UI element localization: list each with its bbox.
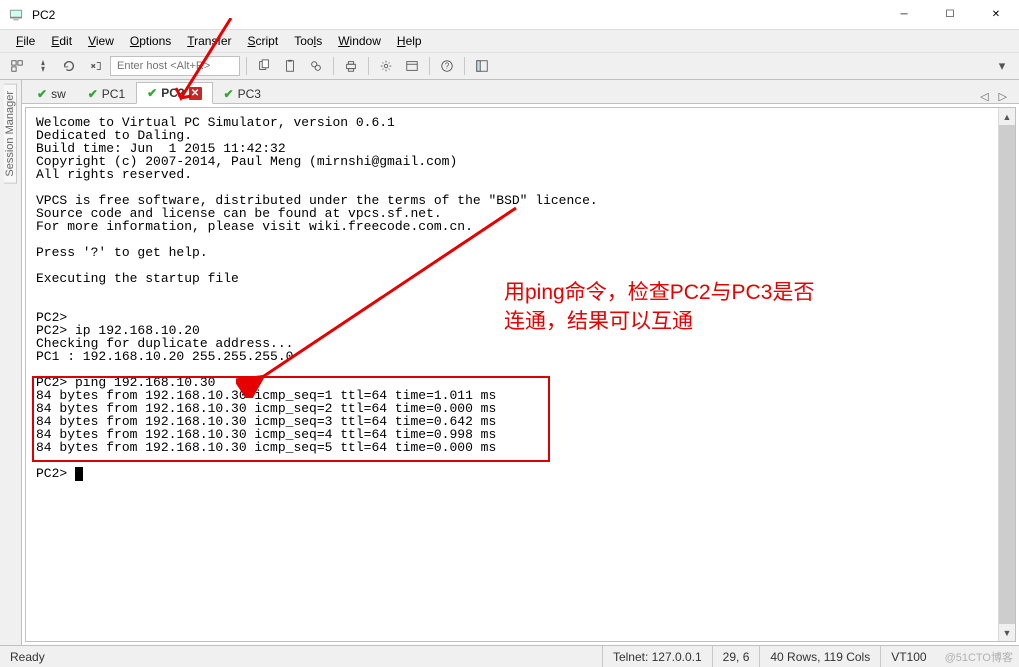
menu-edit[interactable]: Edit [43,32,80,50]
check-icon: ✔ [88,87,98,101]
scroll-up-icon[interactable]: ▲ [999,108,1015,125]
menu-transfer[interactable]: Transfer [179,32,239,50]
new-tab-icon[interactable] [401,55,423,77]
session-manager-icon[interactable] [6,55,28,77]
paste-icon[interactable] [279,55,301,77]
app-icon [8,7,24,23]
tab-next-icon[interactable]: ▷ [995,90,1011,103]
terminal-output[interactable]: Welcome to Virtual PC Simulator, version… [26,108,998,641]
menu-file[interactable]: File [8,32,43,50]
toolbar-dropdown-icon[interactable]: ▾ [991,55,1013,77]
menu-script[interactable]: Script [240,32,287,50]
quickconnect-input[interactable] [110,56,240,76]
tab-label: PC2 [161,86,184,100]
svg-text:?: ? [445,62,450,71]
window-title: PC2 [32,8,55,22]
help-icon[interactable]: ? [436,55,458,77]
title-bar: PC2 ─ ☐ ✕ [0,0,1019,30]
minimize-button[interactable]: ─ [881,0,927,30]
status-size: 40 Rows, 119 Cols [759,646,880,667]
check-icon: ✔ [147,86,157,100]
close-tab-icon[interactable]: ✕ [189,87,202,100]
menu-window[interactable]: Window [330,32,389,50]
session-tab-sw[interactable]: ✔ sw [26,83,77,104]
status-connection: Telnet: 127.0.0.1 [602,646,712,667]
disconnect-icon[interactable] [84,55,106,77]
copy-icon[interactable] [253,55,275,77]
session-manager-label: Session Manager [4,84,17,184]
scroll-down-icon[interactable]: ▼ [999,624,1015,641]
menu-options[interactable]: Options [122,32,179,50]
tab-label: PC3 [238,87,261,101]
menu-view[interactable]: View [80,32,122,50]
tab-label: sw [51,87,66,101]
find-icon[interactable] [305,55,327,77]
session-tab-pc3[interactable]: ✔ PC3 [213,83,272,104]
status-caret-pos: 29, 6 [712,646,760,667]
toolbar: ? ▾ [0,52,1019,80]
side-panel-tab[interactable]: Session Manager [0,80,22,645]
toggle-panel-icon[interactable] [471,55,493,77]
check-icon: ✔ [224,87,234,101]
status-bar: Ready Telnet: 127.0.0.1 29, 6 40 Rows, 1… [0,645,1019,667]
menu-bar: File Edit View Options Transfer Script T… [0,30,1019,52]
watermark: @51CTO博客 [937,649,1013,665]
close-button[interactable]: ✕ [973,0,1019,30]
settings-icon[interactable] [375,55,397,77]
menu-help[interactable]: Help [389,32,430,50]
menu-tools[interactable]: Tools [286,32,330,50]
check-icon: ✔ [37,87,47,101]
session-tab-pc2[interactable]: ✔ PC2 ✕ [136,82,212,104]
status-ready: Ready [6,646,306,667]
status-term: VT100 [880,646,936,667]
quick-connect-icon[interactable] [32,55,54,77]
session-tab-pc1[interactable]: ✔ PC1 [77,83,136,104]
tab-label: PC1 [102,87,125,101]
session-tab-bar: ✔ sw ✔ PC1 ✔ PC2 ✕ ✔ PC3 ◁ ▷ [22,80,1019,104]
scrollbar[interactable]: ▲ ▼ [998,108,1015,641]
tab-prev-icon[interactable]: ◁ [976,90,992,103]
maximize-button[interactable]: ☐ [927,0,973,30]
reconnect-icon[interactable] [58,55,80,77]
print-icon[interactable] [340,55,362,77]
